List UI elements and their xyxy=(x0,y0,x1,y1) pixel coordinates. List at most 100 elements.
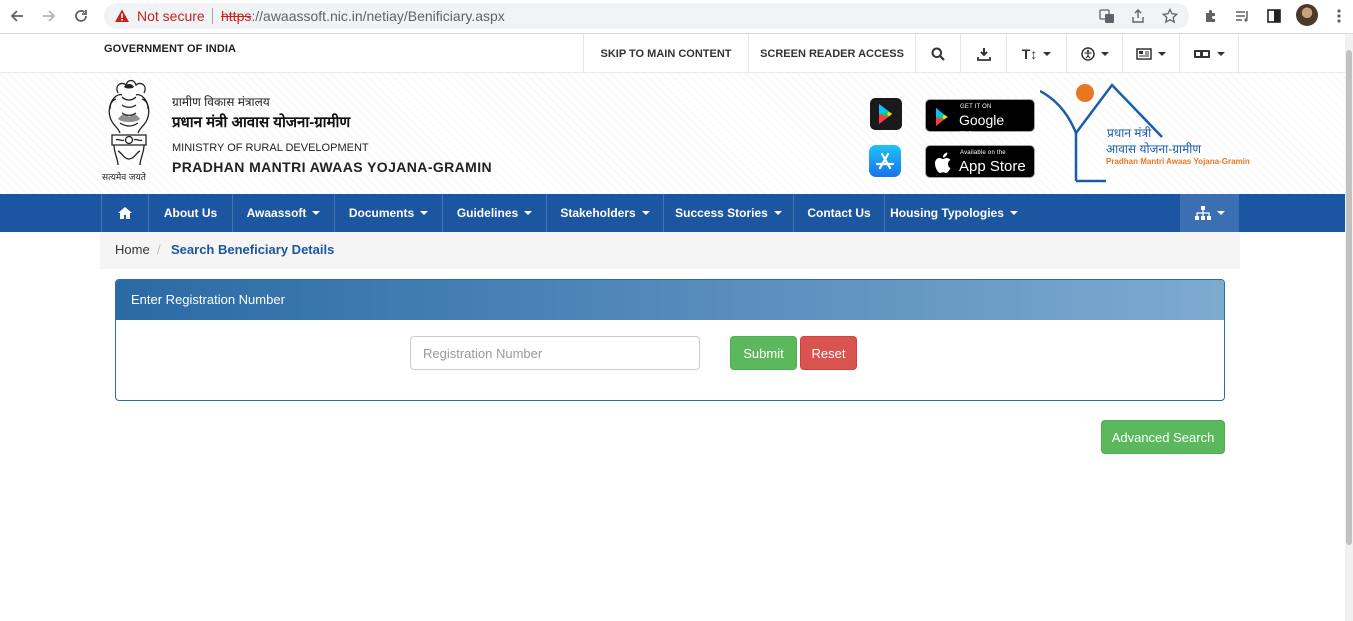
home-icon xyxy=(118,207,132,219)
warning-icon[interactable] xyxy=(114,8,130,24)
nav-awaassoft-label: Awaassoft xyxy=(246,206,307,220)
chevron-down-icon xyxy=(524,211,533,215)
skip-to-main-link[interactable]: SKIP TO MAIN CONTENT xyxy=(583,34,748,73)
chevron-down-icon xyxy=(420,211,429,215)
extensions-icon[interactable] xyxy=(1201,6,1221,26)
search-icon xyxy=(931,47,945,61)
nav-guidelines[interactable]: Guidelines xyxy=(443,194,547,232)
download-button[interactable] xyxy=(960,34,1006,73)
sitemap-icon xyxy=(1194,206,1211,220)
side-panel-icon[interactable] xyxy=(1264,6,1284,26)
back-icon[interactable] xyxy=(5,5,29,27)
nav-housing-typologies[interactable]: Housing Typologies xyxy=(885,194,1023,232)
skip-to-main-label: SKIP TO MAIN CONTENT xyxy=(600,47,732,60)
reload-icon[interactable] xyxy=(69,5,93,27)
google-play-badge[interactable]: GET IT ON Google Play xyxy=(925,99,1035,144)
nav-about-us[interactable]: About Us xyxy=(149,194,233,232)
advanced-search-button[interactable]: Advanced Search xyxy=(1101,420,1225,454)
nav-awaassoft[interactable]: Awaassoft xyxy=(233,194,335,232)
url-path: ://awaassoft.nic.in/netiay/Benificiary.a… xyxy=(251,8,505,24)
main-content: Home / Search Beneficiary Details Enter … xyxy=(100,232,1240,621)
national-emblem-logo[interactable] xyxy=(98,79,160,183)
not-secure-label[interactable]: Not secure xyxy=(137,8,205,24)
app-store-big-text: App Store xyxy=(959,158,1026,175)
address-bar[interactable]: Not secure https://awaassoft.nic.in/neti… xyxy=(104,3,1189,29)
translate-icon[interactable] xyxy=(1098,7,1116,25)
nav-guidelines-label: Guidelines xyxy=(456,206,519,220)
nav-housing-typologies-label: Housing Typologies xyxy=(890,206,1004,220)
scheme-name-english: PRADHAN MANTRI AWAAS YOJANA-GRAMIN xyxy=(172,159,493,175)
web-page: GOVERNMENT OF INDIA SKIP TO MAIN CONTENT… xyxy=(0,34,1345,621)
page-scrollbar[interactable] xyxy=(1345,34,1353,621)
text-size-button[interactable]: T↕ xyxy=(1006,34,1066,73)
nav-documents-label: Documents xyxy=(348,206,415,220)
bookmark-star-icon[interactable] xyxy=(1161,7,1179,25)
chevron-down-icon xyxy=(312,211,321,215)
google-play-big-text: Google Play xyxy=(959,112,1005,144)
text-size-label: T↕ xyxy=(1021,45,1038,62)
app-store-app-icon[interactable] xyxy=(869,145,901,177)
chevron-down-icon xyxy=(641,211,650,215)
nav-stakeholders[interactable]: Stakeholders xyxy=(547,194,664,232)
breadcrumb: Home / Search Beneficiary Details xyxy=(100,232,1240,269)
language-icon xyxy=(1194,49,1210,58)
emblem-caption: सत्यमेव जयते xyxy=(102,172,146,182)
download-icon xyxy=(976,47,991,61)
screen-reader-link[interactable]: SCREEN READER ACCESS xyxy=(748,34,915,73)
nav-contact-us-label: Contact Us xyxy=(807,206,871,220)
app-store-badge[interactable]: Available on the App Store xyxy=(925,145,1035,178)
contrast-button[interactable] xyxy=(1066,34,1122,73)
breadcrumb-separator: / xyxy=(157,242,161,257)
nav-home[interactable] xyxy=(101,194,149,232)
chevron-down-icon xyxy=(1216,211,1225,215)
play-store-app-icon[interactable] xyxy=(870,98,902,130)
share-icon[interactable] xyxy=(1129,7,1147,25)
accessibility-icon xyxy=(1080,46,1095,61)
logo-hindi-line1: प्रधान मंत्री xyxy=(1107,126,1152,140)
chrome-menu-icon[interactable] xyxy=(1329,6,1349,26)
google-play-small-text: GET IT ON xyxy=(960,104,992,110)
google-play-icon xyxy=(936,108,948,126)
profile-avatar[interactable] xyxy=(1296,4,1318,26)
breadcrumb-current: Search Beneficiary Details xyxy=(171,242,335,257)
language-button[interactable] xyxy=(1179,34,1239,73)
nav-about-us-label: About Us xyxy=(163,206,218,220)
sitemap-button[interactable] xyxy=(1180,194,1239,232)
social-button[interactable] xyxy=(1122,34,1179,73)
breadcrumb-home[interactable]: Home xyxy=(115,242,150,257)
registration-number-input[interactable] xyxy=(410,336,700,370)
nav-success-stories[interactable]: Success Stories xyxy=(664,194,794,232)
ministry-name-hindi: ग्रामीण विकास मंत्रालय xyxy=(172,95,270,109)
gov-topbar: GOVERNMENT OF INDIA SKIP TO MAIN CONTENT… xyxy=(0,34,1345,73)
nav-documents[interactable]: Documents xyxy=(335,194,443,232)
logo-hindi-line2: आवास योजना-ग्रामीण xyxy=(1106,142,1202,156)
omnibox-divider xyxy=(212,8,213,24)
chevron-down-icon xyxy=(1217,51,1225,56)
site-search-button[interactable] xyxy=(915,34,960,73)
reset-button[interactable]: Reset xyxy=(800,336,857,370)
reading-list-icon[interactable] xyxy=(1232,6,1252,26)
panel-heading: Enter Registration Number xyxy=(116,280,1224,320)
nav-stakeholders-label: Stakeholders xyxy=(560,206,636,220)
nav-contact-us[interactable]: Contact Us xyxy=(794,194,885,232)
nav-success-stories-label: Success Stories xyxy=(675,206,768,220)
chevron-down-icon xyxy=(1158,51,1166,56)
scheme-name-hindi: प्रधान मंत्री आवास योजना-ग्रामीण xyxy=(172,114,351,131)
chevron-down-icon xyxy=(1100,51,1109,56)
chevron-down-icon xyxy=(773,211,782,215)
site-header: सत्यमेव जयते ग्रामीण विकास मंत्रालय प्रध… xyxy=(0,73,1345,194)
chevron-down-icon xyxy=(1009,211,1018,215)
app-store-small-text: Available on the xyxy=(960,150,1006,156)
panel-title: Enter Registration Number xyxy=(131,292,285,307)
logo-english-line: Pradhan Mantri Awaas Yojana-Gramin xyxy=(1106,157,1250,166)
ministry-name-english: MINISTRY OF RURAL DEVELOPMENT xyxy=(172,142,369,154)
chevron-down-icon xyxy=(1043,51,1052,56)
registration-panel: Enter Registration Number Submit Reset xyxy=(115,279,1225,401)
url-protocol: https xyxy=(221,8,252,24)
newspaper-icon xyxy=(1136,47,1152,60)
main-navbar: About Us Awaassoft Documents Guidelines … xyxy=(0,194,1345,232)
scrollbar-thumb[interactable] xyxy=(1346,50,1352,545)
url-text[interactable]: https://awaassoft.nic.in/netiay/Benifici… xyxy=(221,8,505,24)
forward-icon[interactable] xyxy=(37,5,61,27)
submit-button[interactable]: Submit xyxy=(730,336,797,370)
